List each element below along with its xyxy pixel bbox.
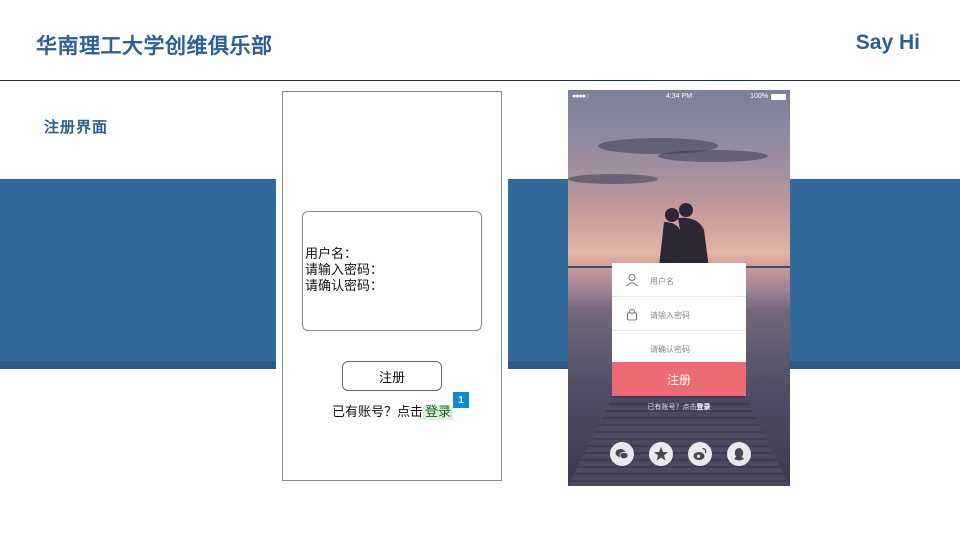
username-field[interactable]: 用户名 xyxy=(612,263,746,297)
login-prompt-prefix: 已有账号？点击 xyxy=(647,403,697,411)
password-placeholder: 请输入密码 xyxy=(650,311,690,320)
weibo-icon[interactable] xyxy=(688,442,712,466)
wireframe-register-button[interactable]: 注册 xyxy=(342,361,442,391)
app-title: 华南理工大学创维俱乐部 xyxy=(36,34,273,58)
annotation-badge: 1 xyxy=(453,392,469,408)
login-prompt: 已有账号？点击登录 xyxy=(568,402,790,412)
wireframe-login-prefix: 已有账号？点击 xyxy=(332,405,424,420)
wireframe-password-label: 请输入密码： xyxy=(305,263,384,278)
registration-form: 用户名 请输入密码 请确认密码 xyxy=(612,263,746,365)
battery-percent: 100% xyxy=(750,93,768,100)
accent-band-left xyxy=(0,179,276,369)
lock-icon xyxy=(627,308,637,321)
qq-icon[interactable] xyxy=(727,442,751,466)
login-link[interactable]: 登录 xyxy=(697,403,711,411)
battery-icon xyxy=(771,94,786,100)
accent-band-right xyxy=(790,179,960,369)
cloud-shape xyxy=(658,150,768,162)
wireframe-login-link[interactable]: 登录 xyxy=(423,405,454,420)
registration-wireframe: 用户名： 请输入密码： 请确认密码： 注册 已有账号？点击 登录 1 xyxy=(282,91,502,481)
wireframe-input-box[interactable]: 用户名： 请输入密码： 请确认密码： xyxy=(302,211,482,331)
qzone-icon[interactable] xyxy=(649,442,673,466)
user-icon xyxy=(626,274,638,287)
cloud-shape xyxy=(568,174,658,184)
wireframe-field-labels: 用户名： 请输入密码： 请确认密码： xyxy=(305,247,383,295)
status-bar: ●●●●○ 4:34 PM 100% xyxy=(568,90,790,104)
wireframe-confirm-label: 请确认密码： xyxy=(305,279,384,294)
wireframe-username-label: 用户名： xyxy=(305,247,358,262)
registration-mockup: ●●●●○ 4:34 PM 100% 用户名 请输入密码 请确认密码 注册 已有… xyxy=(568,90,790,486)
username-placeholder: 用户名 xyxy=(650,277,674,286)
wireframe-login-prompt: 已有账号？点击 登录 xyxy=(332,401,454,420)
confirm-password-placeholder: 请确认密码 xyxy=(650,345,690,354)
wechat-icon[interactable] xyxy=(610,442,634,466)
confirm-password-field[interactable]: 请确认密码 xyxy=(612,331,746,365)
register-button[interactable]: 注册 xyxy=(612,362,746,396)
header-greeting: Say Hi xyxy=(855,31,920,54)
header-divider xyxy=(0,80,960,81)
accent-band-middle xyxy=(508,179,568,369)
page-subtitle: 注册界面 xyxy=(44,118,109,136)
password-field[interactable]: 请输入密码 xyxy=(612,297,746,331)
